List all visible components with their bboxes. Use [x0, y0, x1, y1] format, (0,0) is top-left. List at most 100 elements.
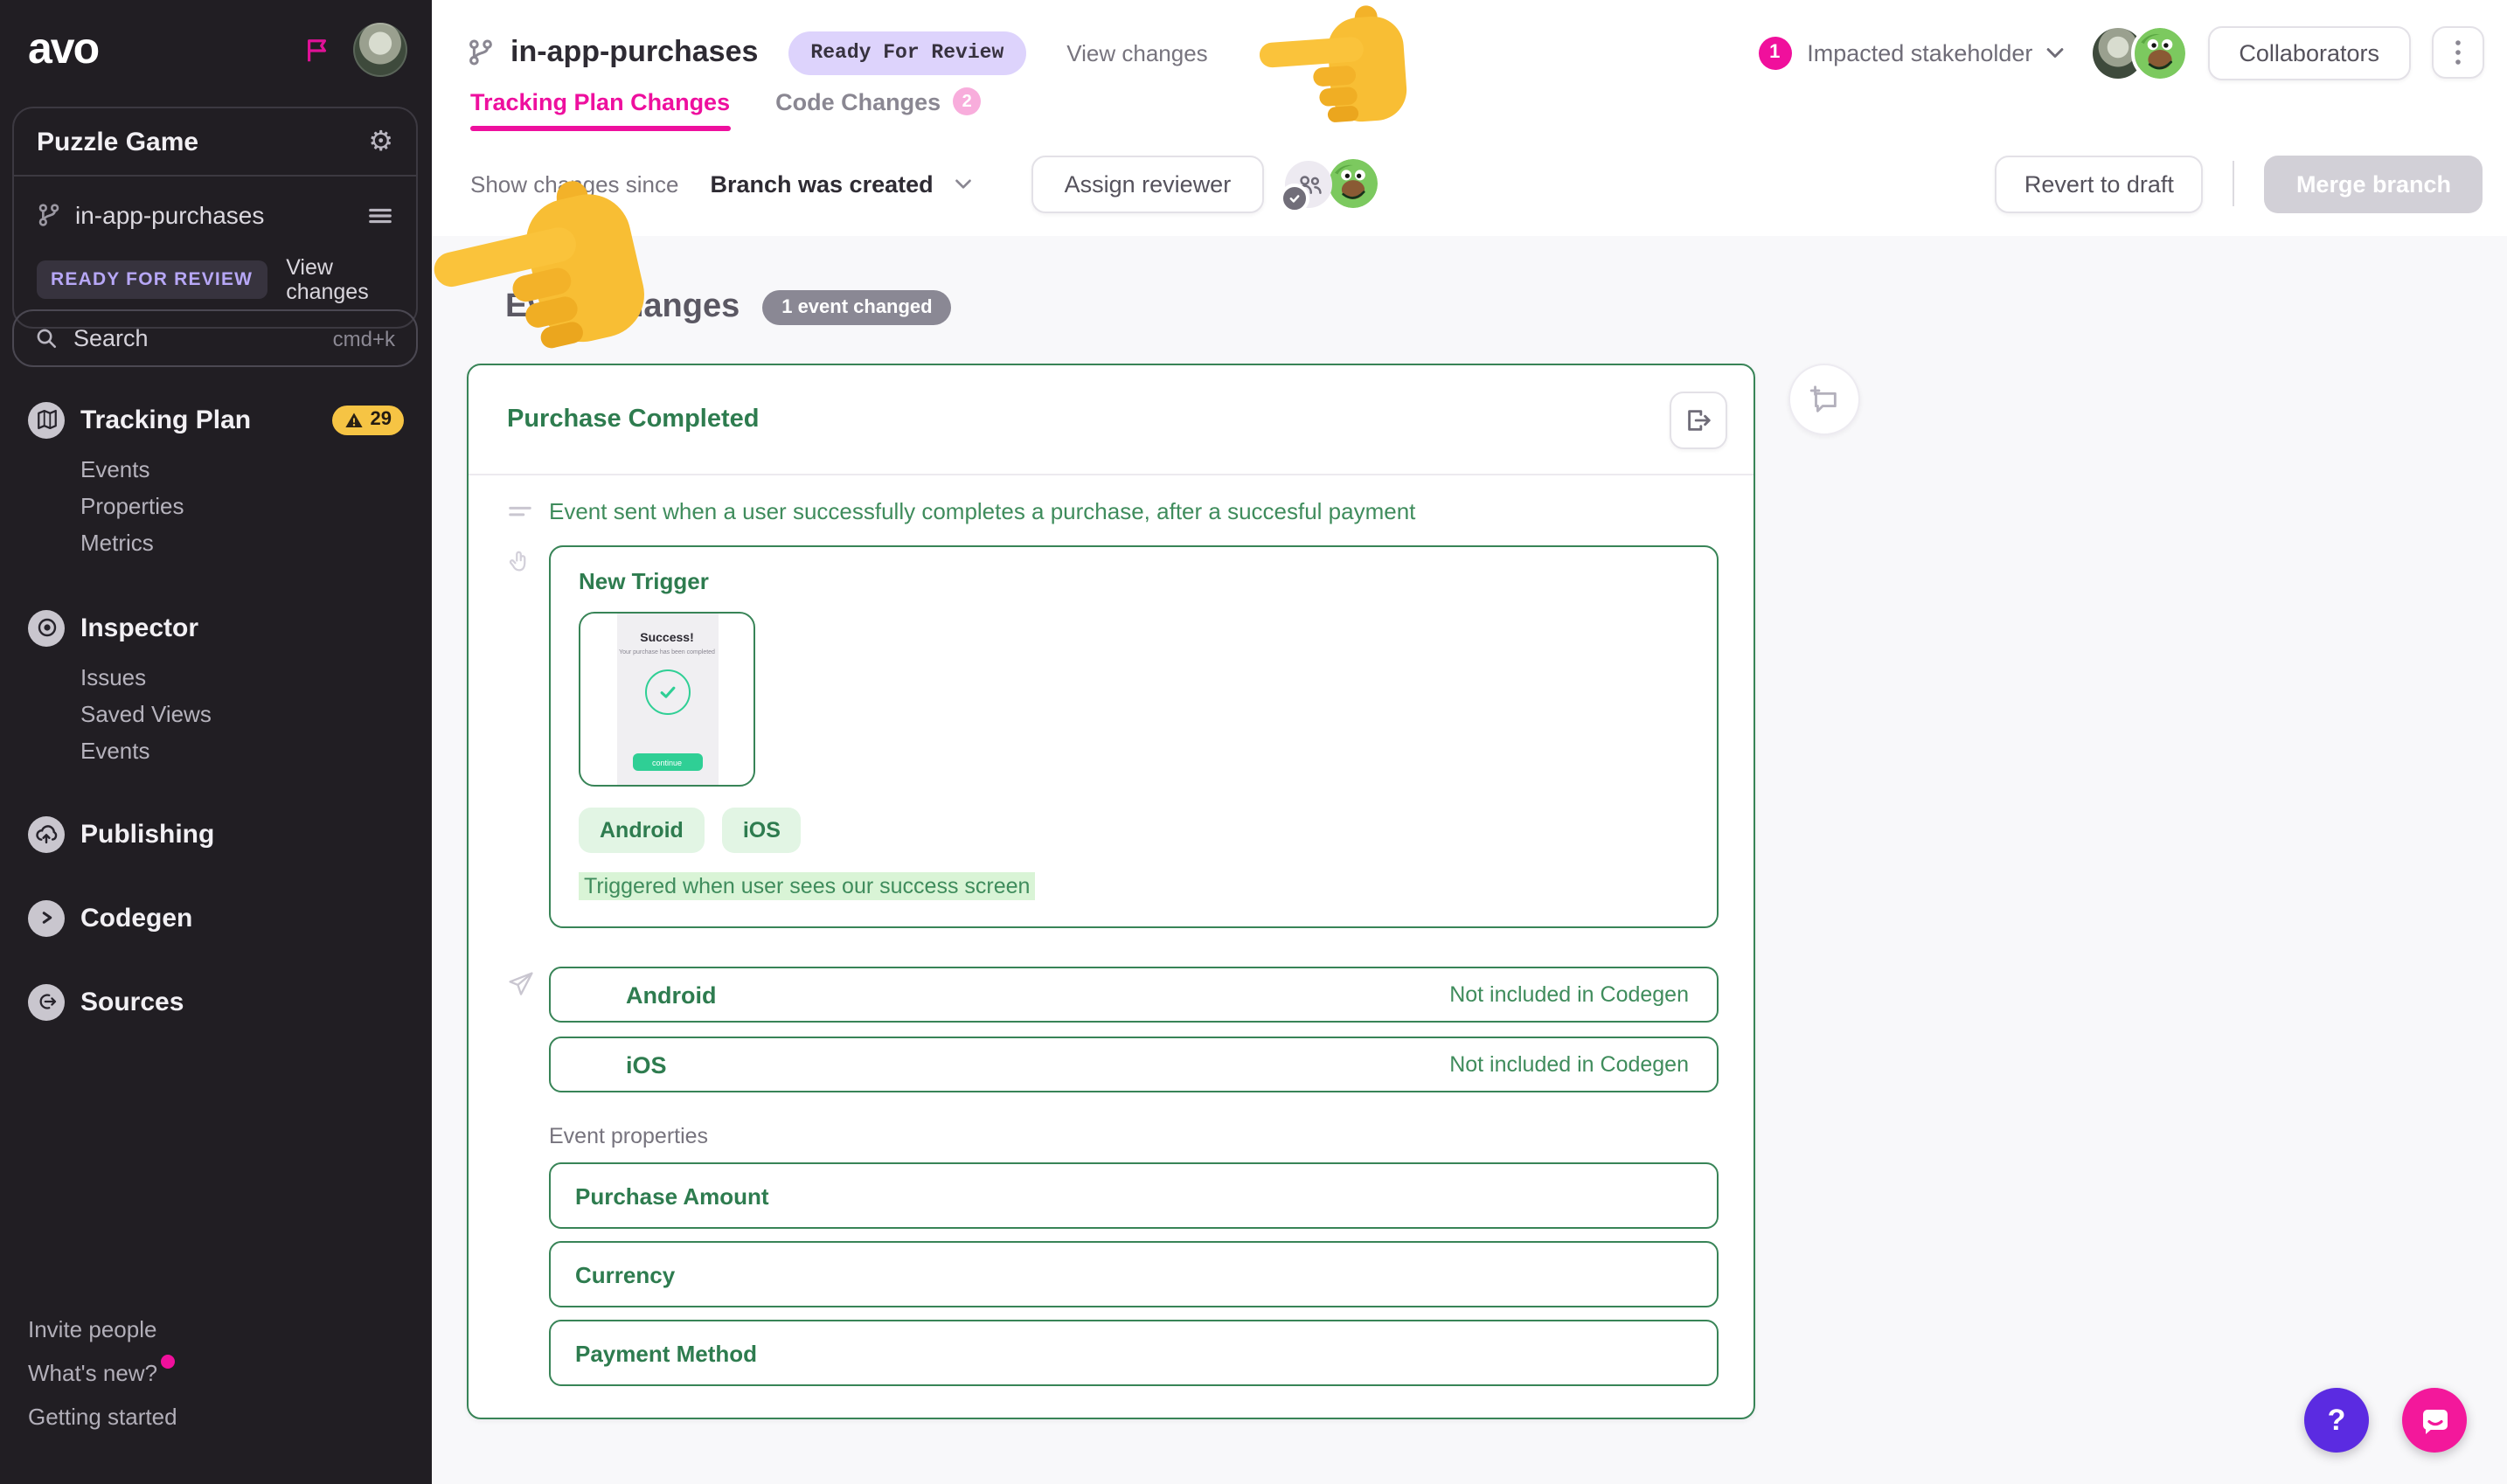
tab-code-changes[interactable]: Code Changes 2: [775, 87, 981, 131]
property-row-currency[interactable]: Currency: [549, 1241, 1719, 1307]
tab-count-badge: 2: [953, 87, 981, 115]
help-icon: ?: [2328, 1403, 2346, 1438]
search-placeholder: Search: [73, 325, 149, 351]
sidebar-view-changes-link[interactable]: View changes: [286, 255, 393, 304]
help-button[interactable]: ?: [2304, 1388, 2369, 1453]
sidebar-item-inspector-events[interactable]: Events: [80, 732, 432, 769]
changes-content: Event changes 1 event changed Purchase C…: [432, 236, 2507, 1484]
collaborators-button[interactable]: Collaborators: [2207, 25, 2411, 80]
warning-count: 29: [371, 409, 392, 430]
property-name: Purchase Amount: [575, 1182, 769, 1209]
sidebar-item-codegen[interactable]: Codegen: [0, 898, 432, 937]
sidebar-item-inspector[interactable]: Inspector: [0, 608, 432, 647]
chat-icon: [2417, 1403, 2452, 1438]
sources-label: Sources: [80, 987, 184, 1016]
screenshot-button: continue: [632, 753, 702, 771]
kebab-icon: [2455, 38, 2462, 66]
sidebar-item-sources[interactable]: Sources: [0, 982, 432, 1021]
approved-check-icon: [1280, 183, 1309, 212]
sidebar-item-tracking-plan[interactable]: Tracking Plan 29: [0, 400, 432, 439]
event-title[interactable]: Purchase Completed: [507, 406, 760, 433]
export-icon: [1684, 405, 1713, 434]
collaborator-avatars[interactable]: [2092, 27, 2184, 78]
sidebar-top: avo: [0, 0, 432, 77]
workspace-row[interactable]: Puzzle Game ⚙: [14, 108, 416, 177]
chat-button[interactable]: [2402, 1388, 2467, 1453]
source-row-ios[interactable]: iOS Not included in Codegen: [549, 1037, 1719, 1092]
sidebar-item-properties[interactable]: Properties: [80, 488, 432, 524]
workspace-card: Puzzle Game ⚙ in-app-purchases READY FOR…: [12, 107, 418, 329]
branch-icon: [37, 203, 61, 227]
divider: [2233, 161, 2235, 206]
chevron-down-icon: [955, 177, 972, 190]
user-avatar[interactable]: [353, 23, 407, 77]
description-icon: [507, 496, 549, 545]
sidebar-item-metrics[interactable]: Metrics: [80, 524, 432, 561]
sidebar-item-issues[interactable]: Issues: [80, 659, 432, 696]
chevron-down-icon[interactable]: [2045, 46, 2064, 59]
platform-chip-ios: iOS: [722, 808, 802, 853]
inspector-label: Inspector: [80, 613, 198, 642]
kebab-menu-button[interactable]: [2432, 26, 2484, 79]
app-window: avo Puzzle Game ⚙ in-app-purchases: [0, 0, 2507, 1484]
nav-sources: Sources: [0, 982, 432, 1021]
map-icon: [28, 401, 65, 438]
platform-chip-android: Android: [579, 808, 705, 853]
nav-publishing: Publishing: [0, 815, 432, 853]
flag-icon[interactable]: [304, 36, 330, 64]
tab-tracking-plan-changes[interactable]: Tracking Plan Changes: [470, 87, 730, 131]
getting-started-link[interactable]: Getting started: [28, 1395, 432, 1439]
assign-reviewer-button[interactable]: Assign reviewer: [1031, 155, 1265, 212]
branch-toolbar: Show changes since Branch was created As…: [432, 131, 2507, 238]
impacted-stakeholder-label[interactable]: Impacted stakeholder: [1807, 39, 2032, 66]
trigger-screenshot-thumbnail[interactable]: Success! Your purchase has been complete…: [579, 612, 755, 787]
revert-to-draft-button[interactable]: Revert to draft: [1995, 155, 2204, 212]
sidebar-item-saved-views[interactable]: Saved Views: [80, 696, 432, 732]
show-changes-since-label: Show changes since: [470, 170, 679, 197]
invite-people-label: Invite people: [28, 1316, 156, 1342]
new-trigger-label: New Trigger: [579, 568, 1689, 594]
reviewer-status[interactable]: [1285, 159, 1378, 208]
whats-new-link[interactable]: What's new?: [28, 1351, 432, 1395]
gear-icon[interactable]: ⚙: [368, 128, 393, 156]
reviewer-avatar-avocado[interactable]: [1329, 159, 1378, 208]
invite-people-link[interactable]: Invite people: [28, 1307, 432, 1351]
add-comment-button[interactable]: [1788, 364, 1860, 435]
source-name: Android: [626, 981, 717, 1008]
branch-status-badge: READY FOR REVIEW: [37, 260, 267, 299]
getting-started-label: Getting started: [28, 1404, 177, 1430]
merge-branch-button[interactable]: Merge branch: [2265, 155, 2483, 212]
property-row-payment-method[interactable]: Payment Method: [549, 1320, 1719, 1386]
tracking-plan-warning-badge[interactable]: 29: [332, 405, 405, 434]
sidebar-item-publishing[interactable]: Publishing: [0, 815, 432, 853]
sidebar-item-events[interactable]: Events: [80, 451, 432, 488]
nav-codegen: Codegen: [0, 898, 432, 937]
view-changes-link[interactable]: View changes: [1066, 39, 1207, 66]
sources-icon: [28, 983, 65, 1020]
check-icon: [644, 669, 690, 715]
screenshot-subtitle: Your purchase has been completed: [619, 648, 715, 655]
branch-row[interactable]: in-app-purchases: [14, 177, 416, 243]
notification-dot: [161, 1355, 175, 1369]
workspace-name: Puzzle Game: [37, 127, 198, 156]
search-input[interactable]: Search cmd+k: [12, 309, 418, 367]
source-name: iOS: [626, 1051, 667, 1078]
source-row-android[interactable]: Android Not included in Codegen: [549, 967, 1719, 1023]
branch-icon: [467, 38, 495, 66]
trigger-icon: [507, 545, 549, 928]
collaborator-avatar-avocado[interactable]: [2134, 27, 2184, 78]
publishing-icon: [28, 815, 65, 852]
screenshot-title: Success!: [640, 633, 694, 645]
new-trigger-box: New Trigger Success! Your purchase has b…: [549, 545, 1719, 928]
tracking-plan-label: Tracking Plan: [80, 405, 251, 434]
menu-icon[interactable]: [367, 202, 393, 228]
impacted-count-badge: 1: [1758, 36, 1791, 69]
open-event-button[interactable]: [1670, 391, 1727, 448]
property-row-purchase-amount[interactable]: Purchase Amount: [549, 1162, 1719, 1229]
changes-range-select[interactable]: Branch was created: [711, 170, 972, 197]
whats-new-label: What's new?: [28, 1360, 157, 1386]
sidebar: avo Puzzle Game ⚙ in-app-purchases: [0, 0, 432, 1484]
inspector-icon: [28, 609, 65, 646]
nav-inspector: Inspector Issues Saved Views Events: [0, 608, 432, 769]
source-status: Not included in Codegen: [1449, 982, 1689, 1007]
